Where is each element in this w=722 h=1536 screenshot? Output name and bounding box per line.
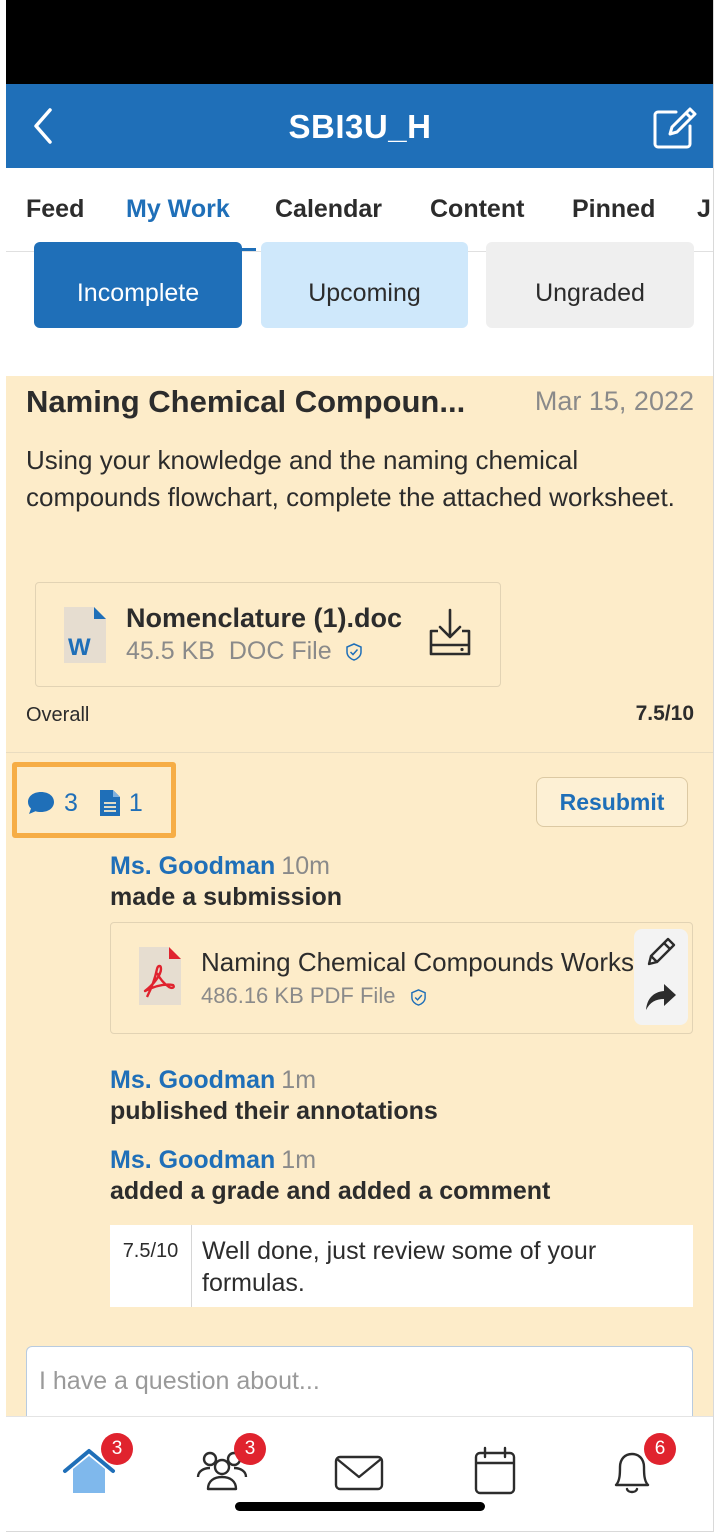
download-icon[interactable] bbox=[426, 607, 474, 659]
entry-time: 1m bbox=[281, 1146, 317, 1174]
work-summary: Incomplete Upcoming Ungraded bbox=[6, 242, 713, 376]
overall-grade-row: Overall 7.5/10 bbox=[26, 702, 694, 732]
page-title: SBI3U_H bbox=[288, 108, 432, 145]
tabbar-calendar[interactable] bbox=[468, 1445, 524, 1497]
submission-card[interactable]: Naming Chemical Compounds Worksheet 486.… bbox=[110, 922, 693, 1034]
verified-shield-icon bbox=[410, 988, 426, 1006]
submission-meta: 486.16 KB PDF File bbox=[201, 983, 427, 1009]
tabbar-notifications[interactable]: 6 bbox=[604, 1433, 676, 1497]
ungraded-label: Ungraded bbox=[535, 279, 645, 307]
entry-action: published their annotations bbox=[110, 1097, 438, 1125]
app-frame: SBI3U_H Feed My Work Calendar Content Pi… bbox=[6, 0, 714, 1532]
svg-text:W: W bbox=[68, 634, 91, 661]
grade-comment-card: 7.5/10 Well done, just review some of yo… bbox=[110, 1225, 693, 1307]
tab-content[interactable]: Content bbox=[430, 195, 524, 224]
entry-action: added a grade and added a comment bbox=[110, 1177, 551, 1205]
entry-time: 10m bbox=[281, 852, 330, 880]
activity-entry: Ms. Goodman 1m added a grade and added a … bbox=[110, 1146, 550, 1206]
calendar-icon bbox=[474, 1446, 516, 1495]
tabbar-people[interactable]: 3 bbox=[194, 1433, 266, 1497]
tab-my-work[interactable]: My Work bbox=[126, 195, 230, 224]
activity-entry: Ms. Goodman 1m published their annotation… bbox=[110, 1066, 438, 1126]
grade-comment: Well done, just review some of your form… bbox=[202, 1237, 597, 1297]
nav-bar: SBI3U_H bbox=[6, 84, 713, 168]
entry-author[interactable]: Ms. Goodman bbox=[110, 1066, 275, 1094]
ungraded-filter[interactable]: Ungraded bbox=[486, 242, 694, 328]
assignment-card: Naming Chemical Compoun... Mar 15, 2022 … bbox=[6, 376, 713, 1416]
attachment-name: Nomenclature (1).doc bbox=[126, 603, 403, 633]
submission-name: Naming Chemical Compounds Worksheet bbox=[201, 947, 639, 977]
home-badge: 3 bbox=[101, 1433, 133, 1465]
file-count: 1 bbox=[128, 788, 143, 817]
incomplete-filter[interactable]: Incomplete bbox=[34, 242, 242, 328]
tab-pinned[interactable]: Pinned bbox=[572, 195, 655, 224]
upcoming-filter[interactable]: Upcoming bbox=[261, 242, 468, 328]
pdf-file-icon bbox=[139, 947, 181, 1005]
tabbar-home[interactable]: 3 bbox=[61, 1433, 133, 1497]
entry-author[interactable]: Ms. Goodman bbox=[110, 1146, 275, 1174]
overall-label: Overall bbox=[26, 704, 90, 726]
word-doc-icon: W bbox=[64, 607, 106, 663]
entry-author[interactable]: Ms. Goodman bbox=[110, 852, 275, 880]
submission-size: 486.16 KB bbox=[201, 983, 304, 1008]
tab-overflow[interactable]: J bbox=[697, 195, 711, 224]
tab-feed[interactable]: Feed bbox=[26, 195, 84, 224]
assignment-date: Mar 15, 2022 bbox=[534, 386, 694, 416]
activity-entry: Ms. Goodman 10m made a submission bbox=[110, 852, 342, 912]
entry-time: 1m bbox=[281, 1066, 317, 1094]
bottom-tab-bar: 3 3 6 bbox=[6, 1416, 713, 1531]
attachment-card[interactable]: W Nomenclature (1).doc 45.5 KB DOC File bbox=[35, 582, 501, 687]
grade-value: 7.5/10 bbox=[110, 1225, 192, 1307]
attachment-type: DOC File bbox=[228, 637, 332, 665]
status-bar bbox=[6, 0, 713, 84]
overall-grade: 7.5/10 bbox=[635, 702, 694, 725]
tab-calendar[interactable]: Calendar bbox=[275, 195, 382, 224]
verified-shield-icon bbox=[345, 643, 362, 662]
submission-actions bbox=[634, 929, 688, 1025]
pencil-icon[interactable] bbox=[644, 935, 678, 969]
entry-action: made a submission bbox=[110, 883, 343, 911]
share-arrow-icon[interactable] bbox=[644, 981, 678, 1013]
attachment-size: 45.5 KB bbox=[126, 637, 215, 665]
question-input[interactable] bbox=[26, 1346, 693, 1416]
document-icon bbox=[99, 790, 120, 817]
activity-counts[interactable]: 3 1 bbox=[26, 788, 157, 818]
comment-bubble-icon bbox=[28, 792, 54, 815]
comment-count: 3 bbox=[64, 788, 78, 817]
submission-type: PDF File bbox=[309, 983, 396, 1008]
course-tabs: Feed My Work Calendar Content Pinned J bbox=[6, 168, 713, 252]
people-badge: 3 bbox=[234, 1433, 266, 1465]
incomplete-label: Incomplete bbox=[76, 279, 200, 307]
notifications-badge: 6 bbox=[644, 1433, 676, 1465]
upcoming-label: Upcoming bbox=[308, 279, 421, 307]
resubmit-button[interactable]: Resubmit bbox=[536, 777, 688, 827]
assignment-title[interactable]: Naming Chemical Compoun... bbox=[26, 384, 465, 420]
compose-icon[interactable] bbox=[650, 106, 700, 150]
envelope-icon bbox=[334, 1455, 384, 1491]
tabbar-messages[interactable] bbox=[332, 1445, 388, 1497]
home-indicator bbox=[235, 1502, 485, 1511]
assignment-description: Using your knowledge and the naming chem… bbox=[26, 445, 675, 512]
section-divider bbox=[6, 752, 713, 753]
attachment-meta: 45.5 KB DOC File bbox=[126, 637, 363, 666]
